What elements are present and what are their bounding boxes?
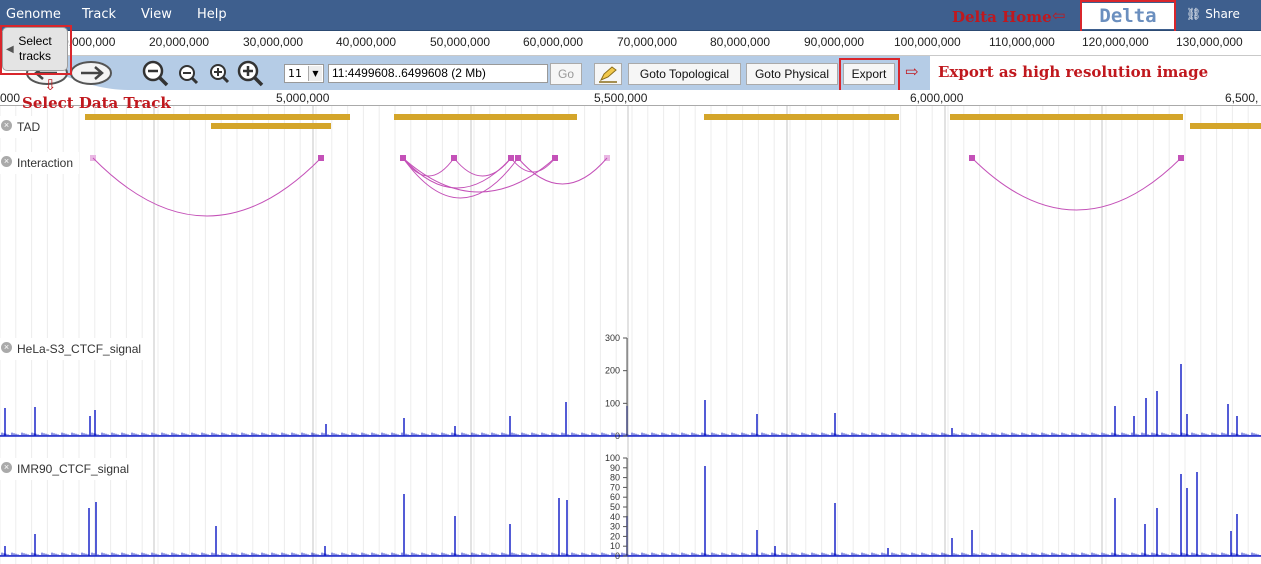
detail-tick: 6,000,000 (910, 91, 964, 105)
menu-help[interactable]: Help (197, 7, 227, 22)
detail-tick: 000 (0, 91, 21, 105)
overview-tick: 20,000,000 (149, 35, 210, 49)
imr90-y-axis-label: 0 (615, 551, 620, 561)
tad-bar (211, 123, 331, 129)
hela-y-axis-label: 100 (605, 398, 620, 408)
highlight-pencil-icon (599, 66, 617, 83)
chevron-down-icon: ▼ (308, 66, 322, 81)
imr90-y-axis-label: 20 (610, 531, 620, 541)
overview-tick: 60,000,000 (523, 35, 584, 49)
location-input[interactable]: 11:4499608..6499608 (2 Mb) (328, 64, 548, 83)
export-annotation: Export as high resolution image (938, 63, 1209, 81)
chromosome-select[interactable]: 11 ▼ (284, 64, 324, 83)
imr90-y-axis-label: 100 (605, 453, 620, 463)
detail-tick: 5,500,000 (594, 91, 648, 105)
interaction-arc (517, 157, 608, 185)
chromosome-value: 11 (288, 67, 302, 80)
overview-tick: 30,000,000 (243, 35, 304, 49)
interaction-arc (92, 157, 322, 217)
overview-tick: 80,000,000 (710, 35, 771, 49)
menu-bar: Genome Track View Help Delta ⛓ Share (0, 0, 1261, 31)
tracks-canvas: 30020010001009080706050403020100 (0, 106, 1261, 564)
overview-tick: 100,000,000 (894, 35, 961, 49)
hela-y-axis-label: 300 (605, 333, 620, 343)
zoom-out-large-icon[interactable] (142, 60, 169, 87)
share-button[interactable]: ⛓ Share (1186, 7, 1240, 21)
link-icon: ⛓ (1186, 7, 1202, 21)
close-icon[interactable]: × (1, 462, 12, 473)
track-name: IMR90_CTCF_signal (17, 462, 130, 476)
imr90-y-axis-label: 90 (610, 463, 620, 473)
detail-ruler[interactable]: 000 5,000,000 5,500,000 6,000,000 6,500, (0, 90, 1261, 106)
overview-tick: 50,000,000 (430, 35, 491, 49)
tad-bar (950, 114, 1183, 120)
imr90-y-axis-label: 40 (610, 512, 620, 522)
menu-track[interactable]: Track (82, 7, 116, 22)
zoom-controls (142, 60, 264, 87)
zoom-out-small-icon[interactable] (179, 65, 199, 85)
menu-genome[interactable]: Genome (6, 7, 61, 22)
close-icon[interactable]: × (1, 156, 12, 167)
delta-home-annotation: Delta Home (952, 8, 1052, 26)
overview-tick: 70,000,000 (617, 35, 678, 49)
tracks-area: 300 200 100 0 100 90 80 70 60 50 40 30 20 10 0 × TAD ×… (0, 106, 1261, 564)
goto-physical-button[interactable]: Goto Physical (746, 63, 838, 85)
share-label: Share (1205, 7, 1240, 21)
hela-y-axis-label: 200 (605, 366, 620, 376)
interaction-arc (402, 157, 556, 193)
track-label-hela[interactable]: × HeLa-S3_CTCF_signal (0, 338, 148, 360)
highlight-button[interactable] (594, 63, 622, 85)
tad-bar (394, 114, 577, 120)
export-highlight (839, 58, 900, 92)
tad-bar (704, 114, 899, 120)
zoom-in-large-icon[interactable] (237, 60, 264, 87)
menu-view[interactable]: View (141, 7, 172, 22)
interaction-arc (971, 157, 1182, 211)
track-name: TAD (17, 120, 41, 134)
overview-ruler[interactable]: 0,000,000 20,000,000 30,000,000 40,000,0… (0, 31, 1261, 56)
goto-topological-button[interactable]: Goto Topological (628, 63, 741, 85)
imr90-y-axis-label: 60 (610, 492, 620, 502)
interaction-arc (402, 157, 519, 199)
imr90-y-axis-label: 50 (610, 502, 620, 512)
tad-bar (85, 114, 350, 120)
track-label-tad[interactable]: × TAD (0, 116, 47, 138)
overview-tick: 120,000,000 (1082, 35, 1149, 49)
go-button[interactable]: Go (550, 63, 582, 85)
export-arrow-icon: ⇨ (905, 62, 919, 81)
close-icon[interactable]: × (1, 120, 12, 131)
imr90-y-axis-label: 80 (610, 473, 620, 483)
detail-tick: 6,500, (1225, 91, 1259, 105)
overview-tick: 110,000,000 (989, 35, 1055, 49)
imr90-y-axis-label: 70 (610, 482, 620, 492)
overview-tick: 130,000,000 (1176, 35, 1243, 49)
imr90-y-axis-label: 30 (610, 522, 620, 532)
track-name: HeLa-S3_CTCF_signal (17, 342, 142, 356)
close-icon[interactable]: × (1, 342, 12, 353)
imr90-y-axis-label: 10 (610, 541, 620, 551)
overview-tick: 40,000,000 (336, 35, 397, 49)
delta-home-arrow-icon: ⇦ (1052, 6, 1066, 25)
select-tracks-highlight (0, 25, 72, 75)
detail-tick: 5,000,000 (276, 91, 330, 105)
forward-arrow-icon[interactable] (70, 61, 112, 85)
zoom-in-small-icon[interactable] (210, 64, 230, 84)
track-label-imr90[interactable]: × IMR90_CTCF_signal (0, 458, 136, 480)
tad-bar (1190, 123, 1261, 129)
track-name: Interaction (17, 156, 74, 170)
overview-tick: 90,000,000 (804, 35, 865, 49)
hela-y-axis-label: 0 (615, 431, 620, 441)
track-label-interaction[interactable]: × Interaction (0, 152, 80, 174)
